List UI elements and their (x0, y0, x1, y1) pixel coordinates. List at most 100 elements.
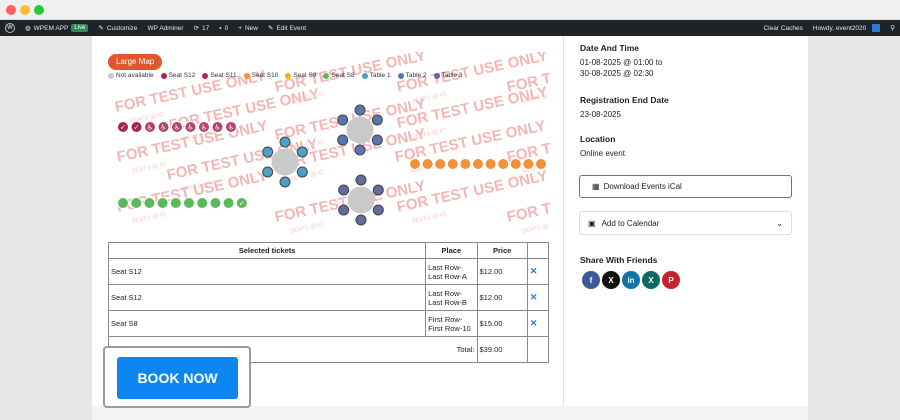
table-center[interactable] (346, 116, 374, 144)
table-seat[interactable] (337, 134, 349, 146)
accessible-icon: ♿ (147, 124, 153, 132)
header-remove (526, 242, 550, 259)
table-seat[interactable] (262, 166, 274, 178)
large-map-button[interactable]: Large Map (108, 54, 163, 70)
ticket-name: Seat S8 (107, 310, 427, 337)
table-seat[interactable] (354, 104, 366, 116)
window-maximize-button[interactable] (34, 5, 44, 15)
new-content-link[interactable]: + New (233, 20, 263, 36)
date-from: 01-08-2025 @ 01:00 to (580, 58, 663, 67)
facebook-share-icon[interactable]: f (582, 271, 600, 289)
seat-s8[interactable] (143, 197, 156, 209)
legend-dot-icon (202, 72, 209, 79)
legend-dot-icon (160, 72, 167, 79)
watermark-subtext: SEATS @ IO (289, 222, 325, 235)
seat-s8[interactable] (183, 197, 195, 209)
ticket-name: Seat S12 (107, 258, 427, 285)
location-value: Online event (580, 149, 625, 158)
updates-link[interactable]: ⟳ 17 (189, 20, 215, 36)
account-menu[interactable]: Howdy, event2020 (808, 20, 885, 36)
plus-icon: + (238, 24, 242, 32)
legend-item: Table 2 (397, 72, 427, 79)
seat-s8[interactable] (169, 197, 182, 209)
edit-event-link[interactable]: ✎ Edit Event (263, 20, 311, 36)
date-to: 30-08-2025 @ 02:30 (580, 69, 654, 78)
seat-s10[interactable] (472, 158, 484, 170)
wordpress-logo-icon[interactable]: W (0, 20, 20, 36)
ticket-name: Seat S12 (107, 284, 427, 311)
seat-s8[interactable] (209, 197, 222, 209)
seat-s10[interactable] (535, 158, 547, 170)
seat-s8[interactable] (156, 197, 169, 209)
clear-caches-link[interactable]: Clear Caches (758, 20, 807, 36)
linkedin-share-icon[interactable]: in (622, 271, 640, 289)
seat-s10[interactable] (434, 158, 447, 170)
seat-s10[interactable] (446, 158, 459, 170)
legend-dot-icon (108, 72, 114, 79)
seat-s10[interactable] (522, 158, 535, 170)
pinterest-share-icon[interactable]: P (662, 271, 680, 289)
seat-s10[interactable] (409, 158, 421, 170)
table-row: Seat S8 First Row- First Row-10 $15.00 ✕ (107, 310, 550, 337)
seat-s8[interactable] (196, 197, 209, 209)
table-center[interactable] (271, 148, 299, 176)
window-close-button[interactable] (6, 5, 16, 15)
accessible-icon: ♿ (201, 124, 207, 132)
table-seat[interactable] (279, 136, 291, 148)
table-seat[interactable] (262, 146, 274, 158)
table-seat[interactable] (372, 184, 384, 196)
table-seat[interactable] (371, 114, 383, 126)
table-seat[interactable] (355, 214, 367, 226)
seat-s10[interactable] (484, 158, 497, 170)
seat-map[interactable]: FOR TEST USE ONLY SEATS @ IO FOR TEST USE … (108, 52, 550, 240)
table-seat[interactable] (296, 146, 308, 158)
registration-end-heading: Registration End Date (580, 95, 669, 105)
window-minimize-button[interactable] (20, 5, 30, 15)
table-seat[interactable] (354, 144, 366, 156)
table-seat[interactable] (337, 114, 349, 126)
share-heading: Share With Friends (580, 255, 658, 265)
header-selected-tickets: Selected tickets (107, 242, 427, 259)
watermark-subtext: SEATS @ IO (131, 162, 167, 175)
table-seat[interactable] (338, 184, 350, 196)
seat-s8[interactable] (222, 197, 235, 209)
site-name-link[interactable]: ◍ WPEM APP Live (20, 20, 93, 36)
customize-link[interactable]: ✎ Customize (93, 20, 142, 36)
comments-link[interactable]: ▪ 0 (214, 20, 233, 36)
table-center[interactable] (347, 186, 375, 214)
legend-item: Seat S10 (243, 72, 278, 79)
remove-ticket-icon[interactable]: ✕ (526, 310, 550, 337)
registration-end-date: 23-08-2025 (580, 110, 621, 119)
download-ical-button[interactable]: ▦ Download Events iCal (579, 175, 792, 198)
table-seat[interactable] (371, 134, 383, 146)
comment-icon: ▪ (219, 24, 222, 32)
watermark-subtext: SEATS @ IO (131, 212, 167, 225)
wp-adminer-link[interactable]: WP Adminer (143, 20, 189, 36)
legend-item: Seat S8 (323, 72, 355, 79)
seat-s8[interactable] (117, 197, 129, 209)
xing-share-icon[interactable]: X (642, 271, 660, 289)
seat-s10[interactable] (459, 158, 472, 170)
seat-s10[interactable] (497, 158, 510, 170)
remove-ticket-icon[interactable]: ✕ (526, 284, 550, 311)
legend-item: Seat S9 (285, 72, 316, 79)
remove-ticket-icon[interactable]: ✕ (526, 258, 550, 285)
table-seat[interactable] (296, 166, 308, 178)
seat-s8[interactable] (130, 197, 143, 209)
table-seat[interactable] (279, 176, 291, 188)
table-seat[interactable] (372, 204, 384, 216)
table-seat[interactable] (338, 204, 350, 216)
table-seat[interactable] (355, 174, 367, 186)
seat-s10[interactable] (509, 158, 522, 170)
selected-check-icon: ✓ (239, 200, 245, 208)
legend-item: Seat S11 (202, 72, 237, 79)
search-icon[interactable]: ⚲ (885, 20, 900, 36)
x-share-icon[interactable]: X (602, 271, 620, 289)
avatar (872, 24, 881, 32)
add-to-calendar-dropdown[interactable]: ▣ Add to Calendar ⌄ (579, 211, 792, 235)
seat-s10[interactable] (421, 158, 434, 170)
book-now-button[interactable]: BOOK NOW (117, 357, 238, 399)
legend-dot-icon (285, 72, 292, 79)
chevron-down-icon: ⌄ (776, 218, 783, 228)
watermark-subtext: SEATS @ IO (521, 222, 550, 235)
